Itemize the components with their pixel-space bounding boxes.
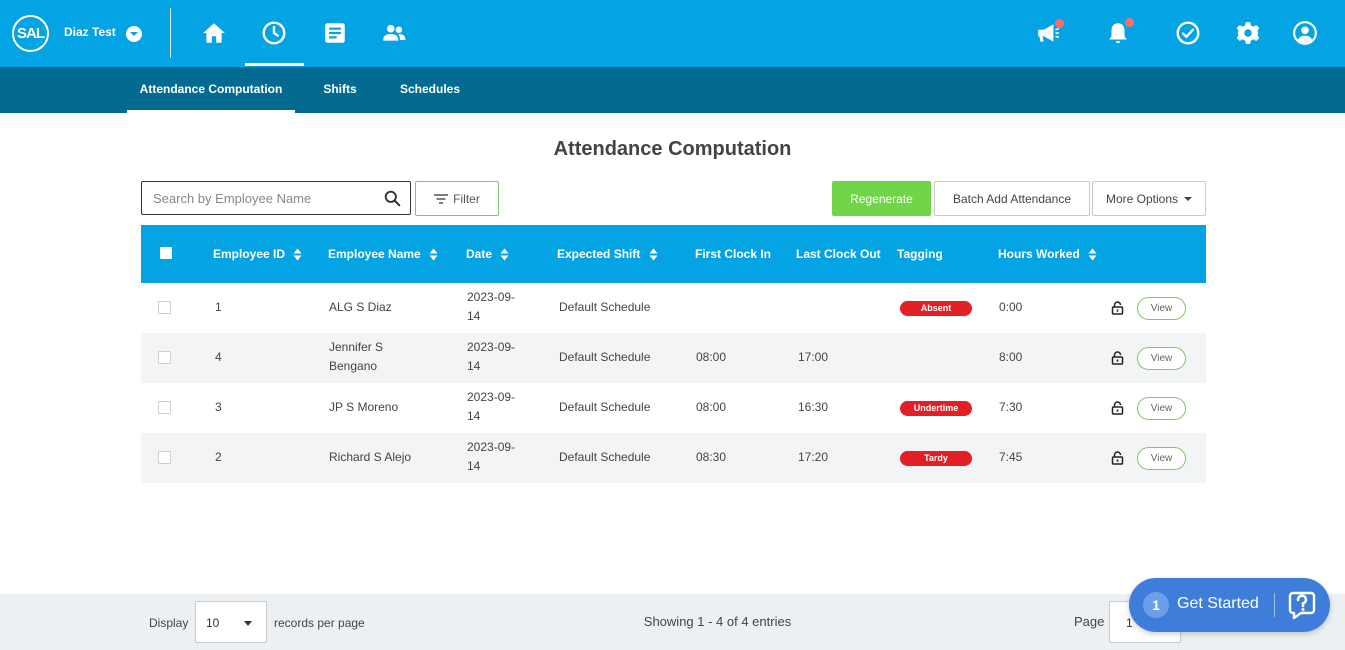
cell-employee-id: 3 [215, 400, 222, 414]
cell-date: 2023-09- 14 [467, 390, 516, 423]
tab-shifts[interactable]: Shifts [312, 67, 368, 113]
cell-employee-id: 4 [215, 350, 222, 364]
view-button[interactable]: View [1137, 447, 1186, 470]
batch-add-attendance-button[interactable]: Batch Add Attendance [934, 181, 1090, 216]
row-checkbox[interactable] [158, 351, 171, 364]
col-employee-id[interactable]: Employee ID [213, 225, 302, 283]
col-hours-worked[interactable]: Hours Worked [998, 225, 1097, 283]
col-employee-name[interactable]: Employee Name [328, 225, 438, 283]
gear-icon[interactable] [1233, 18, 1263, 48]
more-options-button[interactable]: More Options [1092, 181, 1206, 216]
cell-date: 2023-09- 14 [467, 440, 516, 473]
get-started-count: 1 [1143, 592, 1169, 618]
unlock-icon[interactable] [1111, 301, 1124, 315]
page-title: Attendance Computation [553, 138, 792, 160]
check-circle-icon[interactable] [1173, 18, 1203, 48]
filter-button[interactable]: Filter [415, 181, 499, 216]
view-button[interactable]: View [1137, 297, 1186, 320]
search-input[interactable] [153, 183, 383, 213]
col-first-clock-in: First Clock In [695, 247, 772, 261]
table-row: 1 ALG S Diaz 2023-09- 14 Default Schedule… [141, 283, 1206, 333]
caret-down-icon [1184, 196, 1193, 201]
tag-badge-tardy: Tardy [900, 451, 972, 466]
search-box [141, 181, 411, 215]
col-tagging: Tagging [897, 247, 943, 261]
notification-dot [1125, 18, 1134, 27]
company-dropdown-icon[interactable] [126, 26, 142, 42]
top-divider [170, 8, 171, 58]
view-button[interactable]: View [1137, 347, 1186, 370]
cell-last-clock-out: 16:30 [798, 400, 829, 414]
cell-last-clock-out: 17:00 [798, 350, 829, 364]
unlock-icon[interactable] [1111, 451, 1124, 465]
sort-icon [429, 248, 438, 261]
cell-first-clock-in: 08:00 [696, 400, 727, 414]
home-icon[interactable] [199, 18, 229, 48]
cell-employee-id: 1 [215, 300, 222, 314]
unlock-icon[interactable] [1111, 401, 1124, 415]
tag-badge-undertime: Undertime [900, 401, 972, 416]
table-header: Employee ID Employee Name Date Expected … [141, 225, 1206, 283]
cell-expected-shift: Default Schedule [559, 400, 651, 414]
announcement-dot [1055, 19, 1064, 28]
col-last-clock-out: Last Clock Out [796, 247, 881, 261]
help-chat-icon [1288, 591, 1316, 620]
attendance-table: Employee ID Employee Name Date Expected … [141, 225, 1206, 483]
filter-icon [434, 193, 449, 204]
get-started-label: Get Started [1177, 595, 1259, 612]
company-name[interactable]: Diaz Test [64, 25, 116, 39]
cell-first-clock-in: 08:00 [696, 350, 727, 364]
sort-icon [293, 248, 302, 261]
cell-employee-name: JP S Moreno [329, 400, 399, 414]
sal-logo[interactable]: SAL [12, 15, 49, 52]
get-started-divider [1274, 593, 1275, 617]
row-checkbox[interactable] [158, 301, 171, 314]
table-row: 3 JP S Moreno 2023-09- 14 Default Schedul… [141, 383, 1206, 433]
tag-badge-absent: Absent [900, 301, 972, 316]
sort-icon [1088, 248, 1097, 261]
tab-attendance-computation[interactable]: Attendance Computation [127, 67, 295, 113]
col-date[interactable]: Date [466, 225, 509, 283]
cell-date: 2023-09- 14 [467, 340, 516, 373]
clock-icon[interactable] [259, 18, 289, 48]
cell-last-clock-out: 17:20 [798, 450, 829, 464]
table-row: 2 Richard S Alejo 2023-09- 14 Default Sch… [141, 433, 1206, 483]
search-icon[interactable] [384, 190, 401, 207]
sort-icon [500, 248, 509, 261]
cell-hours-worked: 7:45 [999, 450, 1023, 464]
user-icon[interactable] [1290, 18, 1320, 48]
col-expected-shift[interactable]: Expected Shift [557, 225, 658, 283]
cell-expected-shift: Default Schedule [559, 300, 651, 314]
sort-icon [649, 248, 658, 261]
page-label: Page [1074, 614, 1105, 629]
tab-schedules[interactable]: Schedules [392, 67, 468, 113]
cell-hours-worked: 0:00 [999, 300, 1023, 314]
filter-label: Filter [453, 191, 480, 206]
cell-employee-name: Richard S Alejo [329, 450, 412, 464]
cell-employee-name: Jennifer S Bengano [329, 340, 384, 373]
sub-navigation: Attendance Computation Shifts Schedules [0, 67, 1345, 113]
cell-first-clock-in: 08:30 [696, 450, 727, 464]
cell-hours-worked: 7:30 [999, 400, 1023, 414]
cell-expected-shift: Default Schedule [559, 350, 651, 364]
people-icon[interactable] [379, 18, 409, 48]
regenerate-button[interactable]: Regenerate [832, 181, 931, 216]
more-options-label: More Options [1105, 191, 1179, 206]
cell-date: 2023-09- 14 [467, 290, 516, 323]
cell-expected-shift: Default Schedule [559, 450, 651, 464]
top-bar: SAL Diaz Test [0, 0, 1345, 67]
document-icon[interactable] [320, 18, 350, 48]
table-row: 4 Jennifer S Bengano 2023-09- 14 Default S… [141, 333, 1206, 383]
cell-employee-id: 2 [215, 450, 222, 464]
cell-hours-worked: 8:00 [999, 350, 1023, 364]
get-started-widget[interactable]: 1 Get Started [1129, 578, 1330, 632]
cell-employee-name: ALG S Diaz [329, 300, 392, 314]
row-checkbox[interactable] [158, 401, 171, 414]
view-button[interactable]: View [1137, 397, 1186, 420]
unlock-icon[interactable] [1111, 351, 1124, 365]
nav-active-indicator [245, 63, 304, 66]
row-checkbox[interactable] [158, 451, 171, 464]
select-all-checkbox[interactable] [160, 247, 172, 259]
